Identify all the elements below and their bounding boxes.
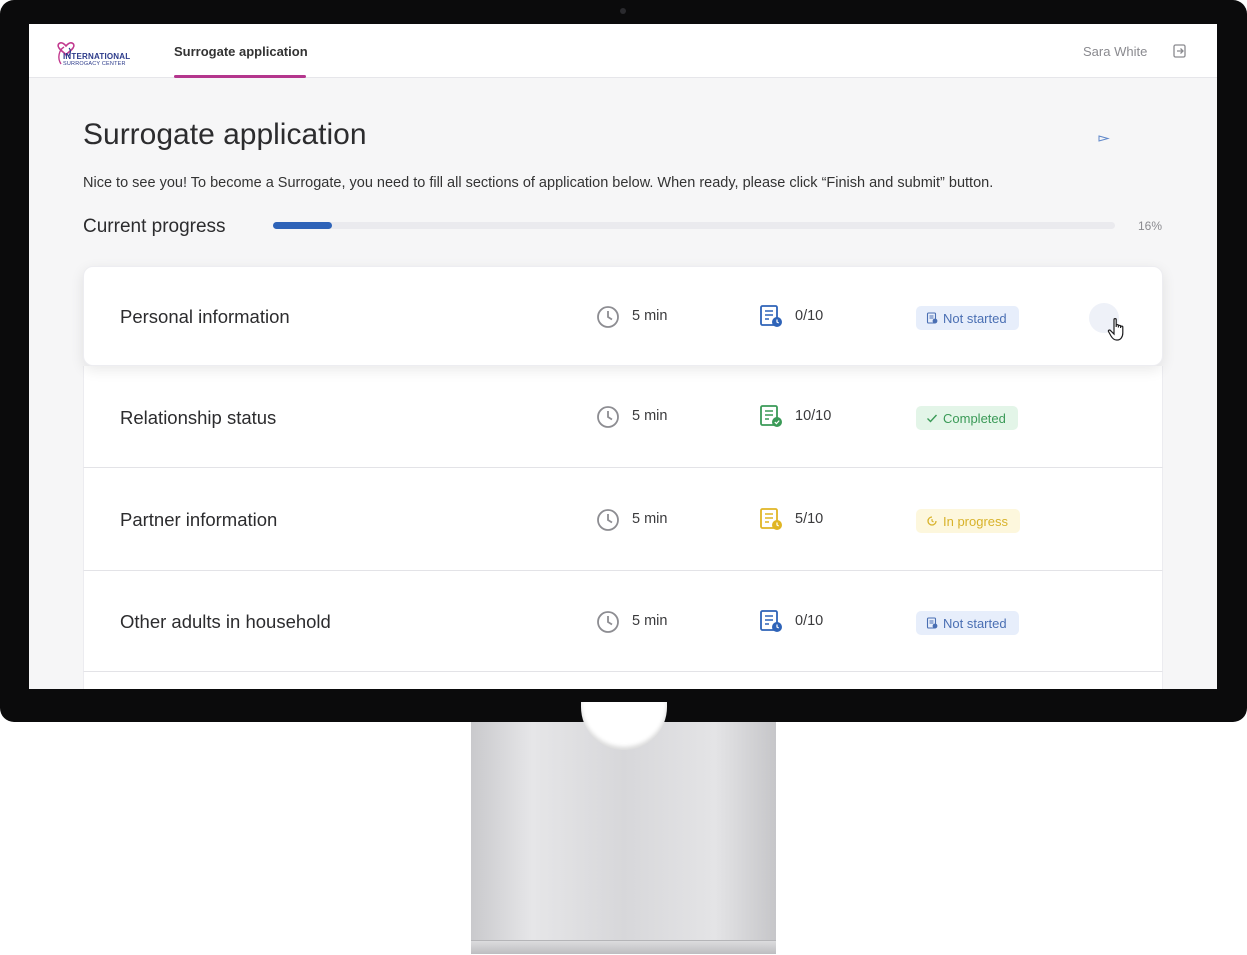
document-clock-icon xyxy=(760,610,782,632)
clock-icon xyxy=(597,509,619,531)
document-clock-icon xyxy=(760,305,782,327)
section-time: 5 min xyxy=(632,308,668,324)
status-badge-not-started: Not started xyxy=(916,306,1019,330)
logout-icon[interactable] xyxy=(1172,43,1188,59)
logo[interactable]: INTERNATIONAL SURROGACY CENTER xyxy=(55,34,135,70)
document-small-icon xyxy=(926,312,938,324)
document-check-icon xyxy=(760,405,782,427)
clock-icon xyxy=(597,406,619,428)
status-badge-completed: Completed xyxy=(916,406,1018,430)
user-name[interactable]: Sara White xyxy=(1083,44,1147,59)
intro-text: Nice to see you! To become a Surrogate, … xyxy=(83,175,994,191)
section-count: 0/10 xyxy=(795,613,824,629)
section-time: 5 min xyxy=(632,613,668,629)
stand-foot xyxy=(471,940,776,954)
camera-dot xyxy=(620,8,626,14)
section-list: Personal information 5 min 0/10 Not star… xyxy=(83,266,1163,689)
active-tab-indicator xyxy=(174,75,306,78)
section-time: 5 min xyxy=(632,408,668,424)
page-title: Surrogate application xyxy=(83,118,367,151)
status-badge-in-progress: In progress xyxy=(916,509,1021,533)
status-badge-not-started: Not started xyxy=(916,611,1019,635)
section-title: Partner information xyxy=(120,509,278,530)
clock-icon xyxy=(597,611,619,633)
section-title: Personal information xyxy=(120,306,290,327)
section-row-next-partial[interactable] xyxy=(83,672,1163,689)
document-progress-icon xyxy=(760,508,782,530)
checkmark-icon xyxy=(927,414,938,423)
monitor-stand xyxy=(471,702,776,954)
section-title: Relationship status xyxy=(120,407,277,428)
status-label: In progress xyxy=(943,513,1009,529)
progress-label: Current progress xyxy=(83,216,226,237)
section-row-personal-information[interactable]: Personal information 5 min 0/10 Not star… xyxy=(83,266,1163,366)
section-time: 5 min xyxy=(632,511,668,527)
progress-circle-icon xyxy=(927,516,937,526)
section-count: 0/10 xyxy=(795,308,824,324)
document-small-icon xyxy=(926,617,938,629)
flag-icon[interactable] xyxy=(1098,134,1110,144)
hand-cursor-icon xyxy=(1107,318,1124,341)
section-title: Other adults in household xyxy=(120,611,331,632)
progress-bar xyxy=(273,222,1115,229)
section-row-relationship-status[interactable]: Relationship status 5 min 10/10 Complete… xyxy=(83,366,1163,468)
section-count: 5/10 xyxy=(795,511,824,527)
monitor-frame: INTERNATIONAL SURROGACY CENTER Surrogate… xyxy=(0,0,1247,722)
tab-surrogate-application[interactable]: Surrogate application xyxy=(174,44,308,59)
status-label: Completed xyxy=(943,410,1006,426)
section-row-partner-information[interactable]: Partner information 5 min 5/10 In progre… xyxy=(83,468,1163,571)
progress-bar-fill xyxy=(273,222,332,229)
status-label: Not started xyxy=(943,615,1007,631)
logo-text-line1: INTERNATIONAL xyxy=(63,52,131,61)
status-label: Not started xyxy=(943,310,1007,326)
screen: INTERNATIONAL SURROGACY CENTER Surrogate… xyxy=(29,24,1217,689)
stand-cutout xyxy=(581,702,667,750)
top-nav: INTERNATIONAL SURROGACY CENTER Surrogate… xyxy=(29,24,1217,78)
section-count: 10/10 xyxy=(795,408,832,424)
logo-text-line2: SURROGACY CENTER xyxy=(63,61,126,67)
section-row-other-adults[interactable]: Other adults in household 5 min 0/10 Not… xyxy=(83,571,1163,672)
clock-icon xyxy=(597,306,619,328)
progress-percent: 16% xyxy=(1138,219,1163,233)
